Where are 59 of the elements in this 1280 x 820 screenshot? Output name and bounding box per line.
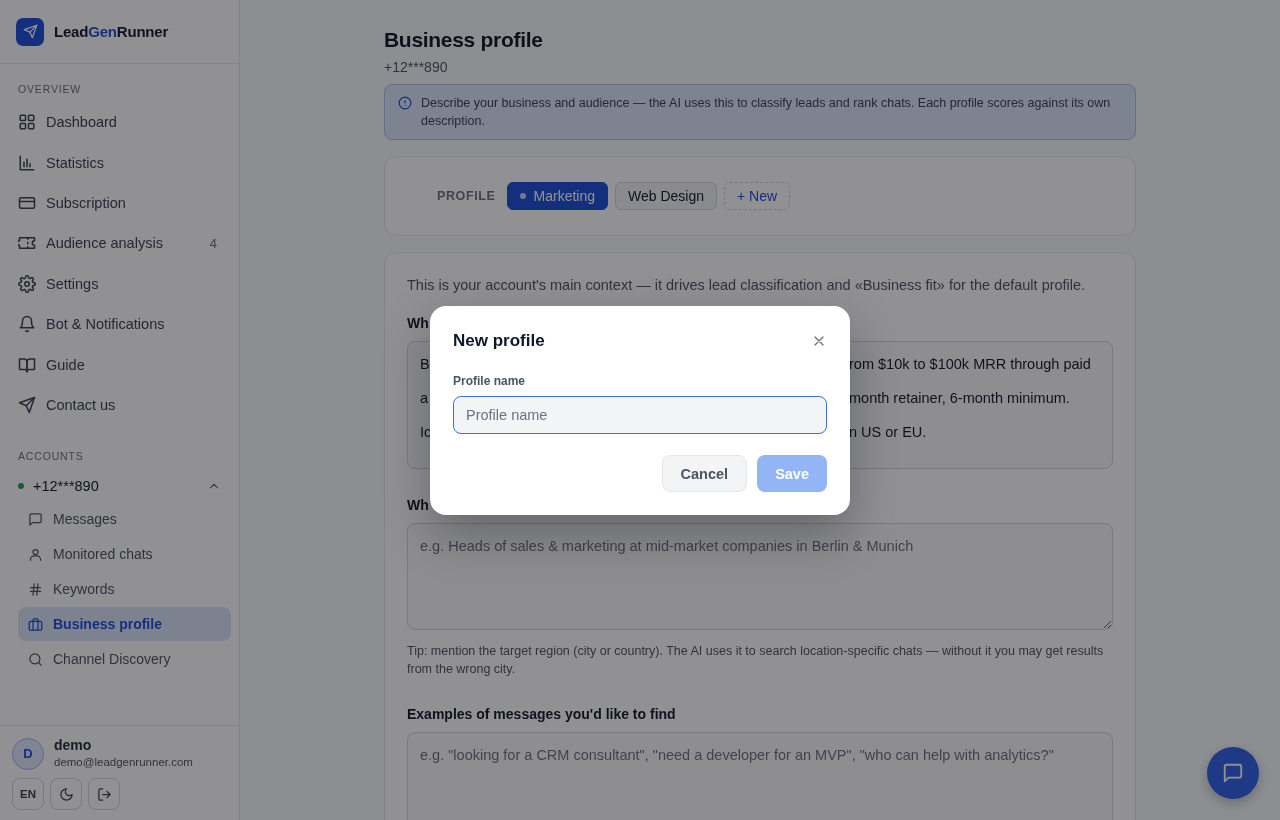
logout-icon	[96, 786, 112, 802]
nav-item[interactable]: Channel Discovery	[18, 642, 231, 677]
language-button[interactable]: EN	[12, 778, 44, 810]
profile-label: PROFILE	[437, 189, 496, 203]
profile-tab[interactable]: Marketing	[506, 182, 608, 210]
nav-item[interactable]: Subscription	[0, 182, 239, 224]
info-banner: Describe your business and audience — the AI uses this to classify leads and rank chats. Each profile scores against its own description.	[384, 84, 1136, 140]
nav-item[interactable]: Bot & Notifications	[0, 303, 239, 345]
nav-item[interactable]: Guide	[0, 344, 239, 385]
person-icon	[28, 546, 43, 562]
profile-name-field[interactable]: Profile name	[453, 396, 827, 434]
paper-plane-icon	[18, 395, 36, 414]
intro-text: This is your account's main context — it drives lead classification and «Business fit» for the default profile.	[407, 276, 1087, 295]
field-hint: Tip: mention the target region (city or country). The AI uses it to search location-specific chats — without it you may get results from the wrong city.	[407, 643, 1105, 678]
chat-button[interactable]	[1207, 747, 1259, 799]
theme-button[interactable]	[50, 778, 82, 810]
bar-chart-icon	[18, 153, 36, 172]
settings-icon	[18, 274, 36, 293]
nav-item[interactable]: Messages	[18, 502, 231, 537]
chat-bubble-icon	[28, 511, 43, 527]
chat-bubble-icon	[1222, 762, 1244, 784]
field-label: Wh	[407, 496, 430, 515]
field-label: Wh	[407, 314, 430, 333]
input-field[interactable]: e.g. "looking for a CRM consultant", "need a developer for an MVP", "who can help with analytics?"	[407, 732, 1113, 820]
account-item[interactable]: +12***890	[0, 470, 239, 503]
count-label: 4	[209, 235, 217, 251]
new-profile-button[interactable]: + New	[724, 182, 791, 210]
search-icon	[28, 651, 43, 667]
field-label: Examples of messages you'd like to find	[407, 705, 677, 724]
input-field[interactable]: e.g. Heads of sales & marketing at mid-market companies in Berlin & Munich	[407, 523, 1113, 630]
nav-item[interactable]: Audience analysis 4	[0, 223, 239, 264]
moon-icon	[58, 786, 74, 802]
profile-tab[interactable]: Web Design	[615, 182, 718, 210]
briefcase-icon	[28, 616, 43, 632]
dialog-title: New profile	[453, 331, 545, 351]
book-icon	[18, 355, 36, 374]
nav-item[interactable]: Dashboard	[0, 102, 239, 143]
cancel-button[interactable]: Cancel	[661, 455, 748, 492]
page-title: Business profile	[384, 27, 544, 53]
nav-item[interactable]: Statistics	[0, 142, 239, 183]
page-subtitle: +12***890	[384, 58, 449, 77]
dashboard-icon	[18, 113, 36, 132]
section-heading: OVERVIEW	[17, 82, 83, 96]
brand-name: LeadGenRunner	[54, 23, 169, 40]
field-label: Profile name	[453, 373, 527, 389]
user-name: demo	[54, 737, 93, 754]
logout-button[interactable]	[88, 778, 120, 810]
info-icon	[398, 96, 412, 110]
nav-item[interactable]: Business profile	[18, 607, 231, 642]
bell-icon	[18, 315, 36, 334]
section-heading: ACCOUNTS	[17, 449, 85, 464]
hash-icon	[28, 581, 43, 597]
nav-item[interactable]: Monitored chats	[18, 537, 231, 572]
nav-item[interactable]: Contact us	[0, 384, 239, 426]
nav-item[interactable]: Keywords	[18, 572, 231, 607]
nav-item[interactable]: Settings	[0, 263, 239, 304]
avatar: D	[12, 737, 44, 770]
paper-plane-icon	[22, 24, 38, 39]
user-email: demo@leadgenrunner.com	[54, 755, 193, 770]
